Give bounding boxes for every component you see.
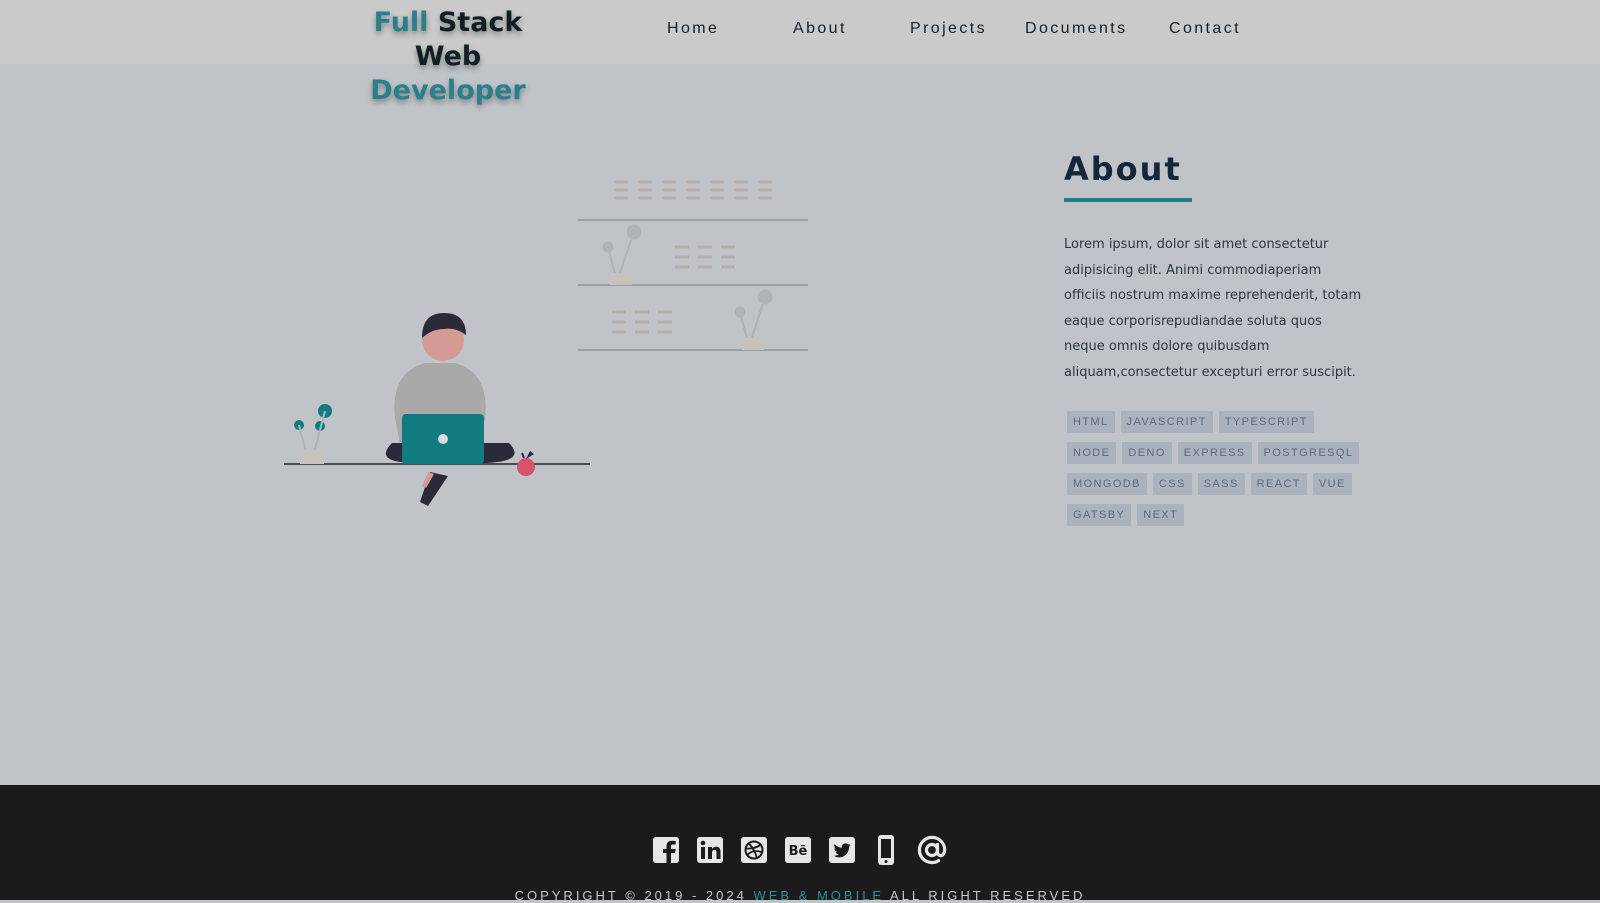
nav-about[interactable]: About bbox=[793, 20, 847, 38]
developer-illustration bbox=[280, 160, 820, 520]
logo-word-developer: Developer bbox=[370, 75, 526, 106]
developer-illustration-svg bbox=[284, 180, 808, 506]
about-title-underline bbox=[1064, 198, 1192, 202]
bookshelf bbox=[578, 180, 808, 351]
logo-line-1: Full Stack bbox=[338, 6, 558, 40]
tag-postgresql: postgresql bbox=[1257, 441, 1360, 464]
tag-next: next bbox=[1137, 503, 1185, 526]
tag-express: express bbox=[1177, 441, 1252, 464]
mobile-phone-icon[interactable] bbox=[871, 834, 901, 866]
tag-deno: deno bbox=[1122, 441, 1172, 464]
tag-node: node bbox=[1067, 441, 1117, 464]
header: Full Stack Web Developer Home About Proj… bbox=[0, 0, 1600, 106]
nav-home[interactable]: Home bbox=[667, 20, 719, 38]
copyright-suffix: ALL RIGHT RESERVED bbox=[890, 888, 1086, 903]
tag-html: html bbox=[1067, 410, 1115, 433]
about-section: About Lorem ipsum, dolor sit amet consec… bbox=[1064, 150, 1364, 532]
tag-typescript: typescript bbox=[1218, 410, 1314, 433]
behance-icon[interactable]: Bē bbox=[783, 834, 813, 866]
person-with-laptop bbox=[385, 313, 515, 506]
tag-mongodb: mongodb bbox=[1067, 472, 1147, 495]
tag-vue: vue bbox=[1312, 472, 1352, 495]
at-sign-icon[interactable] bbox=[915, 834, 949, 866]
logo-word-stack: Stack bbox=[437, 7, 523, 38]
nav-projects[interactable]: Projects bbox=[910, 20, 987, 38]
about-description: Lorem ipsum, dolor sit amet consectetur … bbox=[1064, 237, 1362, 380]
tag-sass: sass bbox=[1197, 472, 1245, 495]
tag-gatsby: gatsby bbox=[1067, 503, 1132, 526]
logo-word-full: Full bbox=[373, 7, 429, 38]
apple bbox=[517, 451, 535, 476]
copyright-prefix: COPYRIGHT © 2019 - 2024 bbox=[514, 888, 747, 903]
logo-line-2: Web Developer bbox=[338, 40, 558, 108]
about-title: About bbox=[1064, 150, 1182, 188]
plant bbox=[294, 404, 332, 464]
dribbble-icon[interactable] bbox=[739, 834, 769, 866]
tag-react: react bbox=[1250, 472, 1307, 495]
copyright-text: COPYRIGHT © 2019 - 2024 WEB & MOBILE ALL… bbox=[0, 888, 1600, 903]
nav-contact[interactable]: Contact bbox=[1169, 20, 1241, 38]
twitter-icon[interactable] bbox=[827, 834, 857, 866]
nav-documents[interactable]: Documents bbox=[1025, 20, 1128, 38]
copyright-brand-link[interactable]: WEB & MOBILE bbox=[753, 888, 884, 903]
tag-css: css bbox=[1152, 472, 1192, 495]
svg-text:Bē: Bē bbox=[789, 844, 808, 859]
skill-tags: html javascript typescript node deno express p… bbox=[1064, 408, 1364, 532]
logo-word-web: Web bbox=[414, 41, 482, 72]
linkedin-icon[interactable] bbox=[695, 834, 725, 866]
footer: Bē COPYRIGHT © 2019 - 2024 WEB & MOBILE … bbox=[0, 785, 1600, 903]
site-logo[interactable]: Full Stack Web Developer bbox=[338, 6, 558, 108]
facebook-icon[interactable] bbox=[651, 834, 681, 866]
tag-javascript: javascript bbox=[1120, 410, 1213, 433]
